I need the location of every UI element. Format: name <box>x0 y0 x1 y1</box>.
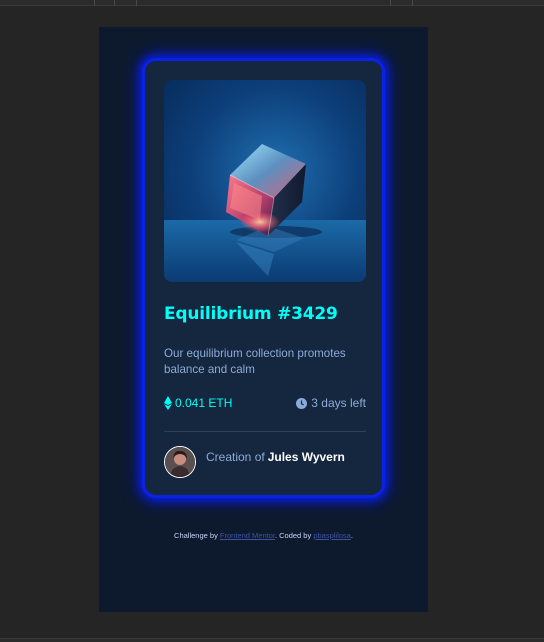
bottom-status-strip <box>0 638 544 642</box>
creator-prefix: Creation of <box>206 450 265 464</box>
crystal-cube-image <box>164 80 366 282</box>
toolbar-divider <box>94 0 95 6</box>
nft-stats: 0.041 ETH 3 days left <box>164 396 366 414</box>
ethereum-icon <box>164 396 172 410</box>
card-divider <box>164 431 366 432</box>
creator-credit: Creation of Jules Wyvern <box>206 450 345 464</box>
toolbar-divider <box>114 0 115 6</box>
page-container: Equilibrium #3429 Our equilibrium collec… <box>99 27 428 612</box>
time-info: 3 days left <box>296 396 366 410</box>
attribution-suffix: . <box>350 531 353 540</box>
attribution: Challenge by Frontend Mentor. Coded by p… <box>99 531 428 540</box>
toolbar-divider <box>136 0 137 6</box>
nft-card: Equilibrium #3429 Our equilibrium collec… <box>142 58 385 498</box>
attribution-prefix: Challenge by <box>174 531 220 540</box>
creator-row: Creation of Jules Wyvern <box>164 446 374 478</box>
frontend-mentor-link[interactable]: Frontend Mentor <box>220 531 275 540</box>
toolbar-divider <box>390 0 391 6</box>
avatar-image <box>165 447 195 477</box>
attribution-middle: . Coded by <box>274 531 314 540</box>
nft-description: Our equilibrium collection promotes bala… <box>164 347 346 376</box>
nft-image[interactable] <box>164 80 366 282</box>
avatar <box>164 446 196 478</box>
price-info: 0.041 ETH <box>164 396 232 410</box>
clock-icon <box>296 397 308 409</box>
toolbar-divider <box>412 0 413 6</box>
time-left-value: 3 days left <box>311 396 366 410</box>
creator-name-link[interactable]: Jules Wyvern <box>268 450 345 464</box>
author-link[interactable]: pbasplilosa <box>313 531 351 540</box>
top-toolbar-strip <box>0 0 544 6</box>
nft-title[interactable]: Equilibrium #3429 <box>164 304 338 324</box>
price-value: 0.041 ETH <box>175 396 233 410</box>
